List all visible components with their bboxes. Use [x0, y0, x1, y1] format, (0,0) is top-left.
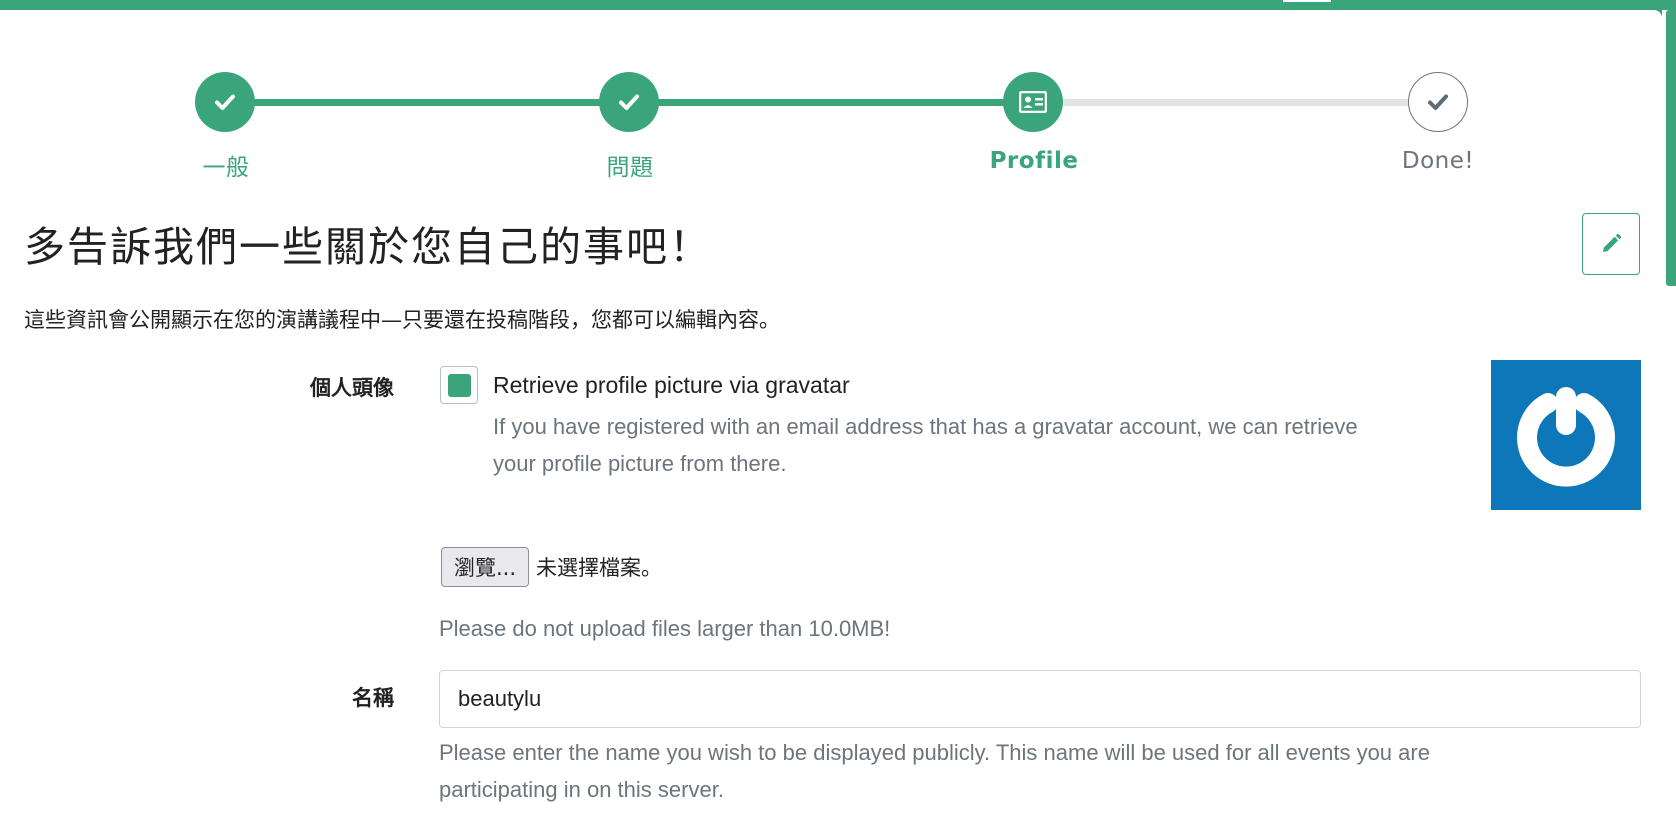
step-general — [195, 72, 255, 132]
step-label-profile: Profile — [989, 148, 1079, 174]
check-icon — [1428, 94, 1448, 110]
name-help-text: Please enter the name you wish to be dis… — [439, 734, 1641, 808]
step-label-general: 一般 — [202, 155, 250, 181]
no-file-selected-text: 未選擇檔案。 — [536, 556, 662, 580]
scrollbar-thumb[interactable] — [1666, 10, 1676, 286]
navbar-link-underline[interactable] — [1283, 0, 1331, 2]
step-connector-2 — [638, 99, 1030, 106]
avatar-field-label: 個人頭像 — [310, 376, 394, 400]
gravatar-help-line-2: your profile picture from there. — [493, 451, 787, 476]
step-done — [1408, 72, 1468, 132]
intro-text: 這些資訊會公開顯示在您的演講議程中—只要還在投稿階段，您都可以編輯內容。 — [24, 308, 780, 332]
name-input[interactable] — [439, 670, 1641, 728]
step-connector-3 — [1030, 99, 1438, 106]
check-icon — [619, 94, 639, 110]
step-label-questions: 問題 — [606, 155, 654, 181]
browse-file-button[interactable]: 瀏覽... — [441, 547, 529, 587]
id-card-icon — [1019, 91, 1047, 113]
gravatar-help-line-1: If you have registered with an email add… — [493, 414, 1358, 439]
upload-size-help: Please do not upload files larger than 1… — [439, 616, 891, 641]
step-label-done: Done! — [1401, 148, 1475, 174]
gravatar-checkbox[interactable] — [440, 366, 478, 404]
name-help-line-2: participating in on this server. — [439, 777, 724, 802]
page-title: 多告訴我們一些關於您自己的事吧！ — [24, 223, 712, 271]
avatar-preview — [1491, 360, 1641, 510]
gravatar-logo-icon — [1517, 387, 1615, 487]
name-field-label: 名稱 — [352, 686, 394, 710]
pencil-icon — [1603, 233, 1622, 252]
name-help-line-1: Please enter the name you wish to be dis… — [439, 740, 1430, 765]
checkbox-checked-indicator — [447, 373, 471, 397]
step-connector-1 — [246, 99, 638, 106]
step-profile — [1003, 72, 1063, 132]
gravatar-checkbox-label[interactable]: Retrieve profile picture via gravatar — [493, 372, 850, 399]
edit-button[interactable] — [1582, 213, 1640, 275]
check-icon — [215, 94, 235, 110]
step-questions — [599, 72, 659, 132]
gravatar-help-text: If you have registered with an email add… — [493, 408, 1483, 482]
